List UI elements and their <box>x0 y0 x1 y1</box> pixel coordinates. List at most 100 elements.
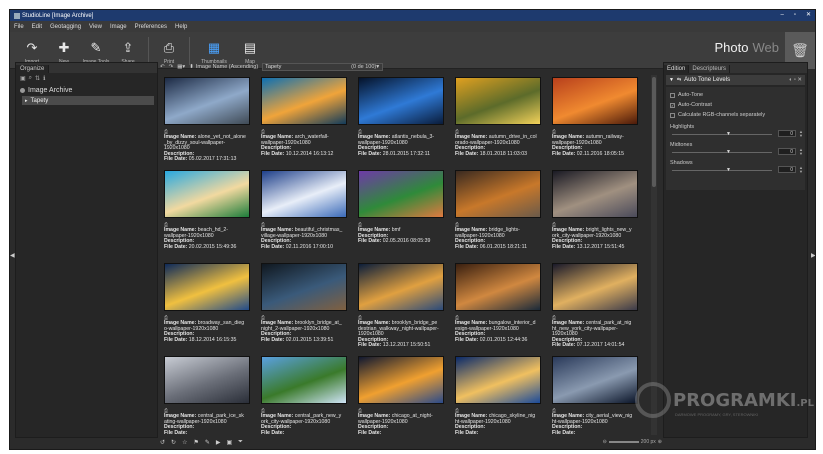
menu-view[interactable]: View <box>89 24 102 30</box>
back-arrow-icon[interactable]: ↶ <box>160 64 165 70</box>
thumbnail-cell[interactable]: ⎙ Image Name: central_park_new_y ork_city-… <box>259 356 349 435</box>
mode-photo-tab[interactable]: Photo <box>715 40 749 55</box>
thumbnail-cell[interactable]: ⎙ Image Name: brooklyn_bridge_pe destrian_… <box>356 263 446 358</box>
minimize-button[interactable]: – <box>780 10 783 21</box>
auto-contrast-checkbox[interactable]: ✓ Auto-Contrast <box>670 100 801 110</box>
vertical-scrollbar[interactable] <box>651 75 657 435</box>
tab-organize[interactable]: Organize <box>16 65 50 73</box>
tree-folder-tapety[interactable]: ▸ Tapety <box>22 96 154 105</box>
thumbnail-image[interactable] <box>552 77 638 125</box>
shadows-slider[interactable]: ▼ 0 ▲ ▼ <box>670 166 803 174</box>
thumbnail-cell[interactable]: ⎙ Image Name: city_aerial_view_nig ht-wall… <box>550 356 640 435</box>
scrollbar-thumb[interactable] <box>652 77 656 187</box>
thumbnail-cell[interactable]: ⎙ Image Name: arch_waterfall-wallpaper-19… <box>259 77 349 172</box>
thumbnail-cell[interactable]: ⎙ Image Name: central_park_ice_sk ating-wa… <box>162 356 252 435</box>
search-icon[interactable]: ⌕ <box>29 75 32 82</box>
thumbnail-image[interactable] <box>261 77 347 125</box>
star-icon[interactable]: ☆ <box>182 439 187 446</box>
thumbnail-cell[interactable]: ⎙ Image Name: chicago_at_night-wallpaper-… <box>356 356 446 435</box>
sort-icon[interactable]: ⇅ <box>35 75 40 82</box>
tree-image-archive[interactable]: Image Archive <box>20 87 153 94</box>
mode-web-tab[interactable]: Web <box>753 40 780 55</box>
trash-icon: 🗑 <box>791 42 809 58</box>
spinner-icon[interactable]: ▲ ▼ <box>799 166 803 174</box>
thumbnail-cell[interactable]: ⎙ Image Name: autumn_drive_in_col orado-wa… <box>453 77 543 172</box>
thumbnail-cell[interactable]: ⎙ Image Name: beautiful_christmas_ village… <box>259 170 349 265</box>
thumbnail-image[interactable] <box>552 263 638 311</box>
midtones-value[interactable]: 0 <box>778 148 796 155</box>
menu-edit[interactable]: Edit <box>32 24 42 30</box>
thumbnail-cell[interactable]: ⎙ Image Name: autumn_railway-wallpaper-19… <box>550 77 640 172</box>
close-button[interactable]: ✕ <box>806 10 811 21</box>
thumbnail-image[interactable] <box>261 263 347 311</box>
thumbnail-image[interactable] <box>164 170 250 218</box>
midtones-slider[interactable]: ▼ 0 ▲ ▼ <box>670 148 803 156</box>
select-icon[interactable]: ▣ <box>227 439 233 446</box>
thumbnail-image[interactable] <box>455 170 541 218</box>
zoom-control[interactable]: ⊖ 200 px ⊕ <box>603 439 662 445</box>
menu-help[interactable]: Help <box>175 24 187 30</box>
thumbnail-cell[interactable]: ⎙ Image Name: brooklyn_bridge_at_ night_2-… <box>259 263 349 358</box>
thumbnail-cell[interactable]: ⎙ Image Name: chicago_skyline_nig ht-wallp… <box>453 356 543 435</box>
view-mode-icon[interactable]: ▦▾ <box>177 64 185 70</box>
thumbnail-image[interactable] <box>358 263 444 311</box>
thumbnail-image[interactable] <box>552 356 638 404</box>
slider-knob-icon[interactable]: ▼ <box>726 131 731 137</box>
flag-icon[interactable]: ⚑ <box>193 439 198 446</box>
forward-arrow-icon[interactable]: ↷ <box>169 64 174 70</box>
maximize-button[interactable]: ▫ <box>794 10 796 21</box>
slider-knob-icon[interactable]: ▼ <box>726 149 731 155</box>
menu-preferences[interactable]: Preferences <box>135 24 167 30</box>
tab-descripteurs[interactable]: Descripteurs <box>689 65 731 73</box>
zoom-in-icon[interactable]: ⊕ <box>658 439 662 445</box>
thumbnail-image[interactable] <box>261 170 347 218</box>
thumbnail-image[interactable] <box>455 263 541 311</box>
filter-icon[interactable]: ⏷ <box>238 439 243 446</box>
menu-file[interactable]: File <box>14 24 24 30</box>
auto-tone-checkbox[interactable]: Auto-Tone <box>670 90 801 100</box>
spinner-icon[interactable]: ▲ ▼ <box>799 148 803 156</box>
shadows-value[interactable]: 0 <box>778 166 796 173</box>
spinner-icon[interactable]: ▲ ▼ <box>799 130 803 138</box>
slideshow-icon[interactable]: ▶ <box>216 439 221 446</box>
thumbnail-image[interactable] <box>164 263 250 311</box>
thumbnail-image[interactable] <box>358 77 444 125</box>
collapse-left-arrow-icon[interactable]: ◀ <box>10 252 15 259</box>
tab-edition[interactable]: Edition <box>664 65 690 73</box>
thumbnail-cell[interactable]: ⎙ Image Name: bridge_lights-wallpaper-192… <box>453 170 543 265</box>
info-icon[interactable]: ℹ <box>43 75 45 82</box>
highlights-slider[interactable]: ▼ 0 ▲ ▼ <box>670 130 803 138</box>
thumbnail-cell[interactable]: ⎙ Image Name: bungalow_interior_d esign-wa… <box>453 263 543 358</box>
thumbnail-cell[interactable]: ⎙ Image Name: beach_hd_2- wallpaper-1920x1… <box>162 170 252 265</box>
auto-tone-levels-header[interactable]: ▼ ⇆ Auto Tone Levels ◐ ▫ ✕ <box>666 75 805 85</box>
thumbnail-image[interactable] <box>358 356 444 404</box>
thumbnail-image[interactable] <box>455 77 541 125</box>
rotate-right-icon[interactable]: ↻ <box>171 439 176 446</box>
thumbnail-image[interactable] <box>164 77 250 125</box>
folder-select[interactable]: Tapety (0 de 100) ▼ <box>262 63 384 71</box>
thumbnail-cell[interactable]: ⎙ Image Name: broadway_san_dieg o-wallpape… <box>162 263 252 358</box>
rgb-separate-checkbox[interactable]: Calculate RGB-channels separately <box>670 110 801 120</box>
edit-icon[interactable]: ✎ <box>205 439 210 446</box>
thumbnail-cell[interactable]: ⎙ Image Name: alone_yet_not_alone _by_dizz… <box>162 77 252 172</box>
highlights-value[interactable]: 0 <box>778 130 796 137</box>
new-folder-icon[interactable]: ▣ <box>20 75 26 82</box>
thumbnail-image[interactable] <box>164 356 250 404</box>
menu-image[interactable]: Image <box>110 24 127 30</box>
thumbnail-cell[interactable]: ⎙ Image Name: bright_lights_new_y ork_city… <box>550 170 640 265</box>
thumbnail-image[interactable] <box>552 170 638 218</box>
slider-knob-icon[interactable]: ▼ <box>726 167 731 173</box>
zoom-out-icon[interactable]: ⊖ <box>603 439 607 445</box>
thumbnail-image[interactable] <box>455 356 541 404</box>
collapse-right-arrow-icon[interactable]: ▶ <box>811 252 815 259</box>
thumbnail-image[interactable] <box>358 170 444 218</box>
thumbnail-image[interactable] <box>261 356 347 404</box>
rotate-left-icon[interactable]: ↺ <box>160 439 165 446</box>
thumbnail-cell[interactable]: ⎙ Image Name: atlantis_nebula_3- wallpaper… <box>356 77 446 172</box>
zoom-slider[interactable] <box>608 441 639 443</box>
section-controls[interactable]: ◐ ▫ ✕ <box>789 77 802 83</box>
sort-dropdown[interactable]: ⬍ Image Name (Ascending) <box>189 64 258 70</box>
thumbnail-cell[interactable]: ⎙ Image Name: bmf Description: File Date: 0… <box>356 170 446 265</box>
menu-geotagging[interactable]: Geotagging <box>50 24 81 30</box>
thumbnail-cell[interactable]: ⎙ Image Name: central_park_at_nig ht_new_y… <box>550 263 640 358</box>
